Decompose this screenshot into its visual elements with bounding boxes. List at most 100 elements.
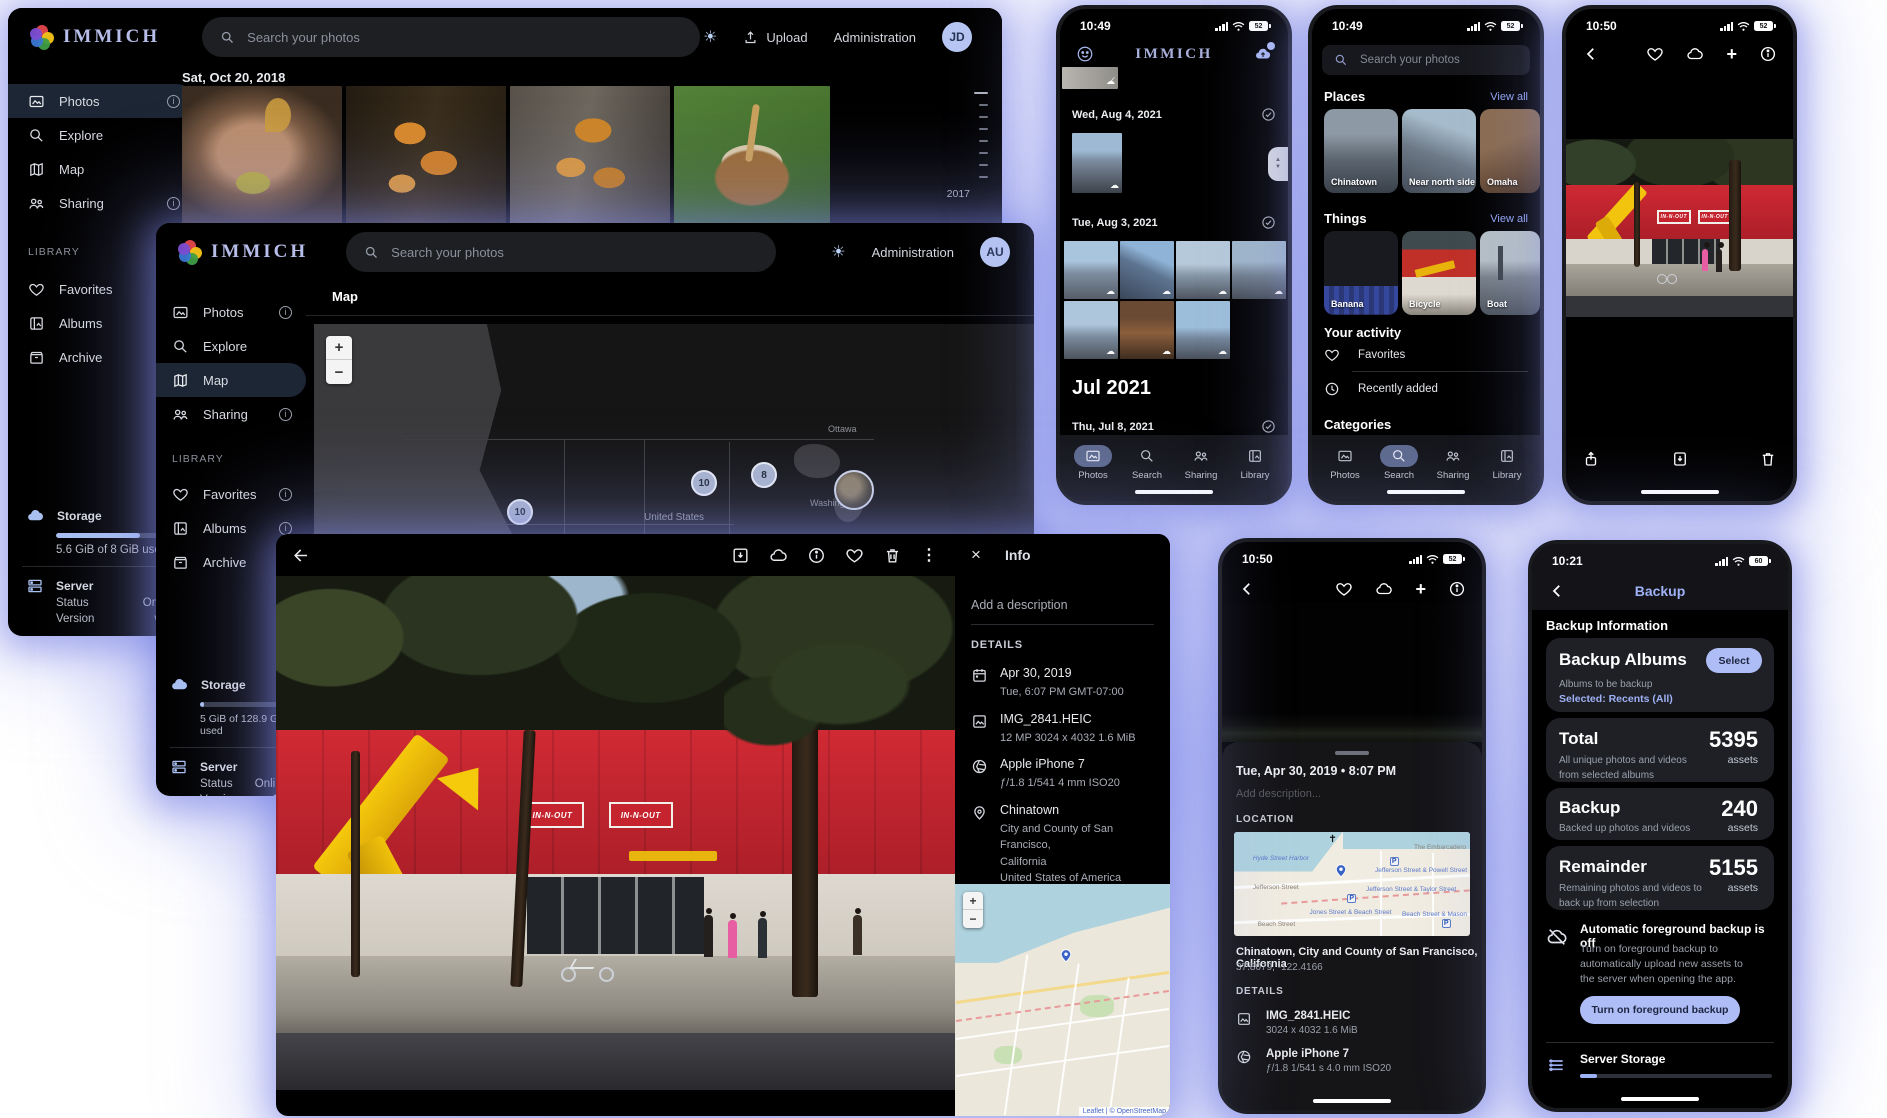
sidebar-item-map[interactable]: Map bbox=[156, 363, 306, 397]
photo-viewer-image[interactable]: IN-N-OUT IN-N-OUT bbox=[276, 576, 955, 1090]
map-cluster-marker[interactable]: 8 bbox=[751, 462, 777, 488]
sidebar-item-explore[interactable]: Explore bbox=[8, 118, 194, 152]
photo-thumbnail-basket[interactable] bbox=[674, 86, 830, 234]
nav-sharing[interactable]: Sharing bbox=[1175, 445, 1227, 481]
sidebar-item-explore[interactable]: Explore bbox=[156, 329, 306, 363]
cloud-icon[interactable] bbox=[769, 546, 788, 565]
nav-photos[interactable]: Photos bbox=[1067, 445, 1119, 481]
location-map[interactable]: The Embarcadero Hyde Street Harbor Jeffe… bbox=[1234, 832, 1470, 936]
map-photo-marker[interactable] bbox=[834, 470, 874, 510]
kebab-menu-icon[interactable]: ⋮ bbox=[921, 545, 937, 565]
heart-icon[interactable] bbox=[1335, 580, 1353, 598]
photo-thumbnail[interactable]: ☁ bbox=[1120, 301, 1174, 359]
avatar[interactable]: AU bbox=[980, 237, 1010, 267]
map-cluster-marker[interactable]: 10 bbox=[507, 499, 533, 525]
photo-thumbnail-mushroom[interactable] bbox=[182, 86, 342, 234]
back-chevron-icon[interactable] bbox=[1582, 45, 1600, 63]
add-description-field[interactable]: Add a description bbox=[955, 576, 1170, 624]
info-icon[interactable] bbox=[807, 546, 826, 565]
archive-down-icon[interactable] bbox=[1671, 450, 1689, 468]
photo-thumbnail[interactable]: ☁ bbox=[1176, 241, 1230, 299]
download-tray-icon[interactable] bbox=[731, 546, 750, 565]
sidebar-item-sharing[interactable]: Sharing i bbox=[8, 186, 194, 220]
zoom-in-button[interactable]: + bbox=[963, 892, 983, 910]
select-check-icon[interactable] bbox=[1261, 215, 1276, 230]
search-input[interactable]: Search your photos bbox=[1322, 45, 1530, 75]
avatar[interactable]: JD bbox=[942, 22, 972, 52]
trash-icon[interactable] bbox=[1759, 450, 1777, 468]
photo-thumbnail-mushrooms[interactable] bbox=[346, 86, 506, 234]
nav-library[interactable]: Library bbox=[1229, 445, 1281, 481]
sheet-drag-handle[interactable] bbox=[1335, 751, 1369, 755]
cloud-upload-icon[interactable] bbox=[1375, 580, 1393, 598]
back-chevron-icon[interactable] bbox=[1238, 580, 1256, 598]
photo-thumbnail[interactable]: ☁̸ bbox=[1062, 67, 1118, 89]
photo-thumbnail-mushrooms[interactable] bbox=[510, 86, 670, 234]
photo-thumbnail[interactable]: ☁ bbox=[1064, 241, 1118, 299]
heart-icon[interactable] bbox=[1646, 45, 1664, 63]
photo-thumbnail[interactable]: ☁ bbox=[1064, 301, 1118, 359]
zoom-in-button[interactable]: + bbox=[326, 336, 352, 360]
upload-button[interactable]: Upload bbox=[743, 30, 807, 45]
nav-sharing[interactable]: Sharing bbox=[1427, 445, 1479, 481]
photo-thumbnail[interactable]: ☁ bbox=[1072, 133, 1122, 193]
close-icon[interactable]: × bbox=[971, 545, 981, 565]
select-button[interactable]: Select bbox=[1706, 648, 1762, 673]
thing-card[interactable]: Banana bbox=[1324, 231, 1398, 315]
activity-favorites[interactable]: Favorites bbox=[1324, 347, 1405, 363]
theme-toggle-sun-icon[interactable]: ☀ bbox=[703, 27, 717, 47]
map-attribution[interactable]: Leaflet | © OpenStreetMap bbox=[1079, 1107, 1170, 1116]
add-description-field[interactable]: Add description... bbox=[1236, 788, 1321, 800]
info-icon[interactable] bbox=[1448, 580, 1466, 598]
administration-link[interactable]: Administration bbox=[834, 30, 916, 45]
mini-map-zoom-control[interactable]: + − bbox=[963, 892, 983, 928]
place-card[interactable]: Chinatown bbox=[1324, 109, 1398, 193]
trash-icon[interactable] bbox=[883, 546, 902, 565]
nav-search[interactable]: Search bbox=[1373, 445, 1425, 481]
photo-thumbnail[interactable]: ☁ bbox=[1120, 241, 1174, 299]
immich-logo[interactable]: IMMICH bbox=[30, 25, 160, 49]
photo-viewer-image-dark[interactable] bbox=[1222, 602, 1482, 742]
location-mini-map[interactable]: + − Leaflet | © OpenStreetMap bbox=[955, 884, 1170, 1116]
plus-icon[interactable]: + bbox=[1726, 47, 1737, 61]
info-icon[interactable] bbox=[1759, 45, 1777, 63]
sidebar-item-map[interactable]: Map bbox=[8, 152, 194, 186]
plus-icon[interactable]: + bbox=[1415, 582, 1426, 596]
immich-logo[interactable]: IMMICH bbox=[178, 240, 308, 264]
place-card[interactable]: Near north side bbox=[1402, 109, 1476, 193]
share-icon[interactable] bbox=[1582, 450, 1600, 468]
back-button[interactable] bbox=[292, 546, 311, 565]
photo-thumbnail[interactable]: ☁ bbox=[1232, 241, 1286, 299]
timeline-scrubber[interactable] bbox=[974, 92, 988, 178]
administration-link[interactable]: Administration bbox=[872, 245, 954, 260]
thing-card[interactable]: Boat bbox=[1480, 231, 1540, 315]
places-view-all[interactable]: View all bbox=[1490, 91, 1528, 103]
select-check-icon[interactable] bbox=[1261, 419, 1276, 434]
thing-card[interactable]: Bicycle bbox=[1402, 231, 1476, 315]
photo-viewer-image[interactable]: IN-N-OUT IN-N-OUT bbox=[1566, 139, 1793, 317]
sidebar-item-favorites[interactable]: Favorites i bbox=[156, 477, 306, 511]
select-check-icon[interactable] bbox=[1261, 107, 1276, 122]
search-input[interactable]: Search your photos bbox=[346, 232, 776, 272]
map-cluster-marker[interactable]: 10 bbox=[691, 470, 717, 496]
map-zoom-control[interactable]: + − bbox=[326, 336, 352, 384]
activity-recently-added[interactable]: Recently added bbox=[1324, 381, 1438, 397]
things-view-all[interactable]: View all bbox=[1490, 213, 1528, 225]
nav-search[interactable]: Search bbox=[1121, 445, 1173, 481]
photo-thumbnail[interactable]: ☁ bbox=[1176, 301, 1230, 359]
cloud-upload-icon[interactable] bbox=[1686, 45, 1704, 63]
sidebar-item-photos[interactable]: Photos i bbox=[156, 295, 306, 329]
sidebar-item-sharing[interactable]: Sharing i bbox=[156, 397, 306, 431]
nav-photos[interactable]: Photos bbox=[1319, 445, 1371, 481]
info-bottom-sheet[interactable]: Tue, Apr 30, 2019 • 8:07 PM Add descript… bbox=[1222, 742, 1482, 1110]
sidebar-item-photos[interactable]: Photos i bbox=[8, 84, 194, 118]
theme-toggle-sun-icon[interactable]: ☀ bbox=[831, 242, 845, 262]
timeline-scrubber-handle[interactable]: ▲▼ bbox=[1268, 147, 1288, 181]
zoom-out-button[interactable]: − bbox=[963, 910, 983, 928]
heart-icon[interactable] bbox=[845, 546, 864, 565]
place-card[interactable]: Omaha bbox=[1480, 109, 1540, 193]
turn-on-foreground-backup-button[interactable]: Turn on foreground backup bbox=[1580, 996, 1740, 1024]
zoom-out-button[interactable]: − bbox=[326, 360, 352, 384]
nav-library[interactable]: Library bbox=[1481, 445, 1533, 481]
search-input[interactable]: Search your photos bbox=[202, 17, 700, 57]
